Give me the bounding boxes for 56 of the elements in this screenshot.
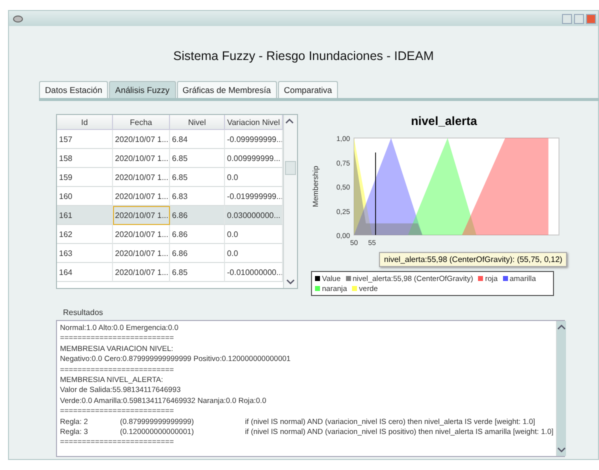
table-cell[interactable]: 2020/10/07 1... [113, 130, 170, 149]
column-header[interactable]: Variacion Nivel [225, 115, 283, 130]
table-cell[interactable]: 161 [57, 206, 113, 225]
table-cell[interactable]: 159 [57, 168, 113, 187]
table-cell[interactable]: 6.86 [170, 206, 225, 225]
maximize-button[interactable] [574, 14, 584, 24]
tab[interactable]: Comparativa [278, 81, 338, 98]
column-header[interactable]: Nivel [170, 115, 225, 130]
table-cell[interactable]: 2020/10/07 1... [113, 244, 170, 263]
table-cell[interactable]: 157 [57, 130, 113, 149]
table-cell[interactable]: 6.85 [170, 168, 225, 187]
section-label: Resultados [63, 308, 104, 317]
table-cell[interactable]: 164 [57, 263, 113, 282]
close-button[interactable] [586, 14, 596, 24]
table-cell[interactable]: 0.0 [225, 225, 283, 244]
results-text-area[interactable] [56, 320, 565, 457]
table-cell[interactable]: 0.0 [225, 244, 283, 263]
scroll-thumb[interactable] [285, 161, 296, 175]
app-icon [13, 14, 23, 22]
scroll-down-icon[interactable] [286, 277, 295, 286]
tab[interactable]: Gráficas de Membresía [176, 81, 277, 98]
tab[interactable]: Datos Estación [39, 81, 108, 98]
table-cell[interactable]: 160 [57, 187, 113, 206]
scroll-up-icon[interactable] [285, 117, 294, 126]
table-cell[interactable]: 2020/10/07 1... [113, 187, 170, 206]
scrollbar[interactable] [283, 115, 297, 288]
column-header[interactable]: Id [57, 115, 113, 130]
tab[interactable]: Análisis Fuzzy [109, 81, 176, 98]
table-cell[interactable]: 6.86 [170, 225, 225, 244]
table-cell[interactable]: 2020/10/07 1... [113, 168, 170, 187]
scroll-down-icon[interactable] [557, 445, 566, 454]
tooltip: nivel_alerta:55,98 (CenterOfGravity): (55,75, 0,12) [379, 252, 568, 267]
scroll-up-icon[interactable] [557, 323, 566, 332]
table-cell[interactable]: 6.83 [170, 187, 225, 206]
table-cell[interactable]: 2020/10/07 1... [113, 206, 170, 225]
table-cell[interactable]: 0.0 [225, 168, 283, 187]
table-cell[interactable]: 6.85 [170, 149, 225, 168]
table-cell[interactable]: 2020/10/07 1... [113, 263, 170, 282]
chart-title: nivel_alerta [410, 114, 478, 128]
window-title: Sistema Fuzzy - Riesgo Inundaciones - IDEAM [172, 49, 435, 63]
table-cell[interactable]: 0.030000000... [225, 206, 283, 225]
table-cell[interactable]: 6.86 [170, 244, 225, 263]
table-cell[interactable]: 2020/10/07 1... [113, 225, 170, 244]
column-header[interactable]: Fecha [113, 115, 170, 130]
table-cell[interactable]: 163 [57, 244, 113, 263]
table-cell[interactable]: 6.84 [170, 130, 225, 149]
scrollbar[interactable] [556, 321, 566, 456]
table-cell[interactable]: -0.019999999... [225, 187, 283, 206]
table-cell[interactable]: 162 [57, 225, 113, 244]
table-cell[interactable]: 0.009999999... [225, 149, 283, 168]
table-cell[interactable]: 6.85 [170, 263, 225, 282]
table-cell[interactable]: -0.099999999... [225, 130, 283, 149]
table-cell[interactable]: 2020/10/07 1... [113, 149, 170, 168]
table-cell[interactable]: -0.010000000... [225, 263, 283, 282]
table-cell[interactable]: 158 [57, 149, 113, 168]
minimize-button[interactable] [562, 14, 572, 24]
